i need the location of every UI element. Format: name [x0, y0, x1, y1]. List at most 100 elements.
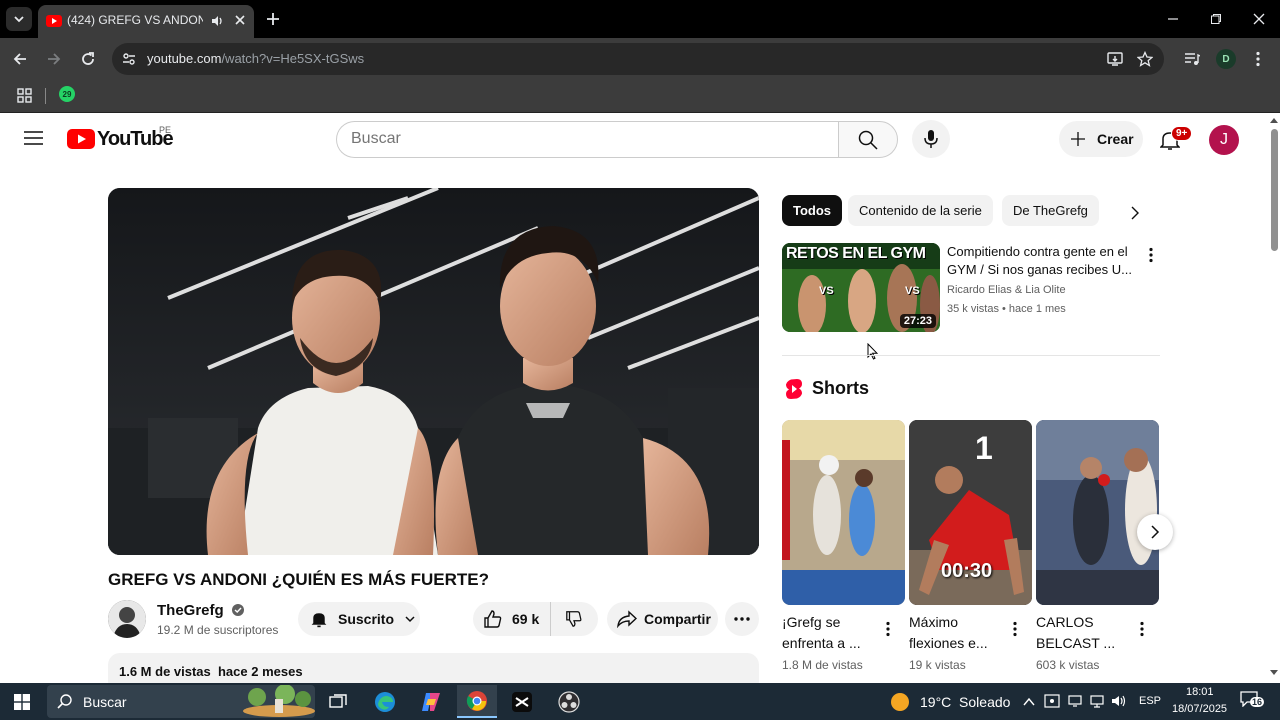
account-avatar[interactable]: J [1209, 125, 1239, 155]
shorts-next-button[interactable] [1137, 514, 1173, 550]
media-controls-icon[interactable] [1184, 51, 1200, 67]
forward-button[interactable] [40, 45, 68, 73]
short-title[interactable]: ¡Grefg se enfrenta a ... [782, 612, 877, 654]
tray-device-icon[interactable] [1067, 694, 1083, 708]
subscribe-button[interactable]: Suscrito [298, 602, 420, 636]
create-button[interactable]: Crear [1059, 121, 1143, 157]
channel-avatar[interactable] [108, 600, 146, 638]
volume-icon[interactable] [1111, 694, 1127, 708]
tab-title: (424) GREFG VS ANDONI ¿QUIÉN ES MÁS FUER… [67, 13, 203, 27]
close-tab-icon[interactable] [234, 14, 246, 26]
edge-app[interactable] [365, 685, 405, 718]
youtube-logo-icon [67, 129, 95, 149]
sun-icon [891, 692, 909, 711]
taskbar-search[interactable]: Buscar [47, 685, 315, 718]
task-view-button[interactable] [318, 685, 358, 718]
chip-series-content[interactable]: Contenido de la serie [848, 195, 993, 226]
notification-center-button[interactable]: 16 [1240, 691, 1266, 711]
share-label: Compartir [644, 611, 711, 627]
input-language[interactable]: ESP [1139, 695, 1161, 707]
video-player[interactable] [108, 188, 759, 555]
chip-todos[interactable]: Todos [782, 195, 843, 226]
speaker-icon[interactable] [210, 14, 224, 28]
chips-next-icon[interactable] [1130, 206, 1140, 220]
views-and-date: 1.6 M de vistas hace 2 meses [119, 664, 303, 679]
whatsapp-badge: 29 [62, 89, 72, 99]
page-scrollbar[interactable] [1268, 113, 1280, 683]
youtube-logo[interactable]: YouTube [67, 127, 174, 151]
short-thumbnail[interactable]: 1 00:30 [909, 420, 1032, 605]
recommended-video-title[interactable]: Compitiendo contra gente en el GYM / Si … [947, 243, 1137, 279]
like-button[interactable]: 69 k [473, 602, 551, 636]
tab-search-button[interactable] [6, 7, 32, 31]
recommended-video-channel[interactable]: Ricardo Elias & Lia Olite [947, 284, 1066, 296]
scrollbar-thumb[interactable] [1271, 129, 1278, 251]
region-code: PE [159, 125, 172, 135]
bookmarks-bar: 29 [0, 80, 1280, 113]
new-tab-icon[interactable] [266, 12, 280, 26]
whatsapp-bookmark[interactable]: 29 [59, 86, 75, 102]
share-icon [617, 610, 637, 628]
apps-grid-icon[interactable] [17, 88, 32, 103]
dislike-button[interactable] [551, 602, 597, 636]
more-actions-button[interactable] [725, 602, 759, 636]
search-box [336, 121, 839, 158]
more-vertical-icon[interactable] [1148, 247, 1154, 263]
search-input[interactable] [351, 130, 821, 148]
obs-app[interactable] [549, 685, 589, 718]
more-vertical-icon[interactable] [1139, 621, 1145, 637]
short-thumbnail[interactable] [1036, 420, 1159, 605]
reload-button[interactable] [74, 45, 102, 73]
site-info-icon[interactable] [121, 51, 137, 67]
chip-from-channel[interactable]: De TheGrefg [1002, 195, 1099, 226]
browser-tab-active[interactable]: (424) GREFG VS ANDONI ¿QUIÉN ES MÁS FUER… [38, 5, 254, 38]
channel-name[interactable]: TheGrefg [157, 602, 244, 619]
minimize-button[interactable] [1152, 0, 1194, 38]
bookmark-star-icon[interactable] [1137, 51, 1153, 67]
chrome-app[interactable] [457, 685, 497, 718]
more-vertical-icon[interactable] [885, 621, 891, 637]
scroll-down-icon[interactable] [1270, 670, 1278, 676]
address-bar[interactable]: youtube.com/watch?v=He5SX-tGSws [112, 43, 1164, 75]
clock-time[interactable]: 18:01 [1186, 686, 1214, 698]
more-vertical-icon[interactable] [1254, 51, 1262, 67]
search-highlight-image [243, 685, 315, 717]
copilot-app[interactable] [411, 685, 451, 718]
hamburger-menu-icon[interactable] [24, 130, 43, 146]
weather-widget[interactable]: 19°C Soleado [890, 683, 1010, 720]
video-frame-image [108, 188, 759, 555]
install-app-icon[interactable] [1107, 51, 1123, 67]
chevron-right-icon [1151, 525, 1160, 539]
scroll-up-icon[interactable] [1270, 117, 1278, 123]
channel-avatar-image [108, 600, 146, 638]
short-title[interactable]: CARLOS BELCAST ... [1036, 612, 1131, 654]
windows-taskbar: Buscar 19°C Soleado ESP 18:01 18/07/2025… [0, 683, 1280, 720]
short-title[interactable]: Máximo flexiones e... [909, 612, 1004, 654]
profile-avatar[interactable]: D [1216, 49, 1236, 69]
share-button[interactable]: Compartir [607, 602, 718, 636]
start-button[interactable] [2, 685, 42, 718]
verified-icon [231, 604, 244, 616]
recommended-video-thumbnail[interactable]: RETOS EN EL GYM VS VS 27:23 [782, 243, 940, 332]
restore-button[interactable] [1195, 0, 1237, 38]
clock-date[interactable]: 18/07/2025 [1172, 703, 1227, 715]
capcut-app[interactable] [502, 685, 542, 718]
thumbnail-vs-left: VS [819, 285, 834, 297]
close-window-button[interactable] [1238, 0, 1280, 38]
chevron-up-icon[interactable] [1023, 697, 1035, 706]
search-icon [858, 130, 878, 150]
voice-search-button[interactable] [912, 120, 950, 158]
chip-label: De TheGrefg [1013, 203, 1088, 218]
back-button[interactable] [6, 45, 34, 73]
short-thumbnail[interactable] [782, 420, 905, 605]
search-button[interactable] [838, 121, 898, 158]
capcut-icon [512, 691, 532, 712]
chevron-down-icon [405, 616, 415, 623]
tray-app-icon[interactable] [1044, 694, 1060, 708]
bookmarks-separator [45, 88, 46, 104]
thumbs-down-icon [566, 611, 582, 627]
chip-label: Contenido de la serie [859, 203, 982, 218]
network-icon[interactable] [1089, 694, 1105, 708]
more-vertical-icon[interactable] [1012, 621, 1018, 637]
mouse-cursor-icon [867, 343, 878, 360]
